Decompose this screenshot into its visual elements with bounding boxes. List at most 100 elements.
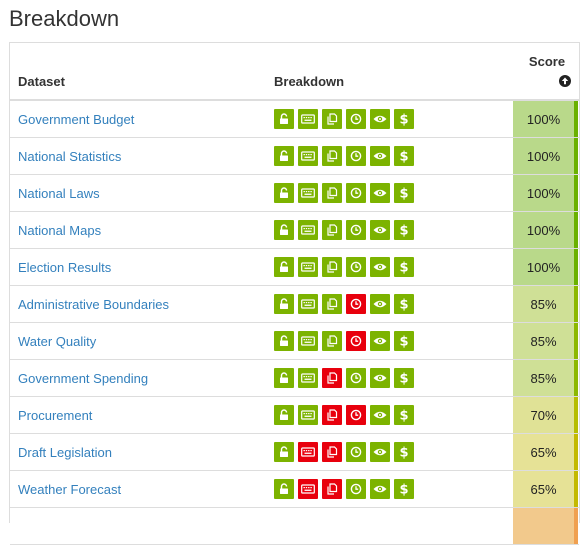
unlock-icon	[274, 294, 294, 314]
unlock-icon	[274, 257, 294, 277]
score-cell: 65%	[513, 471, 574, 507]
breakdown-icons: $	[274, 368, 414, 388]
copy-icon	[322, 479, 342, 499]
score-indicator-bar	[574, 471, 578, 507]
eye-icon	[370, 220, 390, 240]
score-cell: 100%	[513, 249, 574, 285]
dataset-link[interactable]: Weather Forecast	[18, 482, 121, 497]
keyboard-icon	[298, 368, 318, 388]
score-cell: 65%	[513, 434, 574, 470]
breakdown-icons: $	[274, 294, 414, 314]
eye-icon	[370, 479, 390, 499]
unlock-icon	[274, 220, 294, 240]
dollar-icon: $	[394, 257, 414, 277]
dataset-link[interactable]: Government Budget	[18, 112, 134, 127]
score-cell: 100%	[513, 212, 574, 248]
svg-text:$: $	[399, 409, 408, 423]
copy-icon	[322, 109, 342, 129]
score-cell	[513, 508, 574, 544]
keyboard-icon	[298, 257, 318, 277]
breakdown-icons: $	[274, 442, 414, 462]
dataset-link[interactable]: Draft Legislation	[18, 445, 112, 460]
clock-icon	[346, 257, 366, 277]
eye-icon	[370, 257, 390, 277]
dataset-link[interactable]: Water Quality	[18, 334, 96, 349]
score-indicator-bar	[574, 138, 578, 174]
copy-icon	[322, 368, 342, 388]
breakdown-icons: $	[274, 331, 414, 351]
svg-text:$: $	[399, 298, 408, 312]
table-row: Administrative Boundaries $85%	[10, 286, 579, 323]
copy-icon	[322, 294, 342, 314]
breakdown-icons: $	[274, 257, 414, 277]
score-cell: 85%	[513, 286, 574, 322]
copy-icon	[322, 331, 342, 351]
score-cell: 100%	[513, 175, 574, 211]
copy-icon	[322, 146, 342, 166]
dollar-icon: $	[394, 109, 414, 129]
keyboard-icon	[298, 109, 318, 129]
unlock-icon	[274, 368, 294, 388]
table-row: Election Results $100%	[10, 249, 579, 286]
eye-icon	[370, 146, 390, 166]
keyboard-icon	[298, 331, 318, 351]
dataset-link[interactable]: National Statistics	[18, 149, 121, 164]
copy-icon	[322, 442, 342, 462]
keyboard-icon	[298, 479, 318, 499]
copy-icon	[322, 183, 342, 203]
table-row: Government Budget $100%	[10, 101, 579, 138]
eye-icon	[370, 405, 390, 425]
table-row: Draft Legislation $65%	[10, 434, 579, 471]
dollar-icon: $	[394, 294, 414, 314]
dataset-link[interactable]: Procurement	[18, 408, 92, 423]
breakdown-icons: $	[274, 220, 414, 240]
svg-text:$: $	[399, 224, 408, 238]
dollar-icon: $	[394, 442, 414, 462]
clock-icon	[346, 220, 366, 240]
dollar-icon: $	[394, 220, 414, 240]
breakdown-icons: $	[274, 109, 414, 129]
clock-icon	[346, 442, 366, 462]
dataset-link[interactable]: Government Spending	[18, 371, 148, 386]
eye-icon	[370, 109, 390, 129]
clock-icon	[346, 183, 366, 203]
dataset-link[interactable]: National Laws	[18, 186, 100, 201]
dollar-icon: $	[394, 479, 414, 499]
unlock-icon	[274, 331, 294, 351]
dataset-link[interactable]: National Maps	[18, 223, 101, 238]
score-indicator-bar	[574, 323, 578, 359]
unlock-icon	[274, 479, 294, 499]
score-indicator-bar	[574, 175, 578, 211]
sort-ascending-icon[interactable]	[559, 75, 571, 87]
keyboard-icon	[298, 146, 318, 166]
score-column-header[interactable]: Score	[515, 54, 579, 69]
breakdown-icons: $	[274, 405, 414, 425]
eye-icon	[370, 294, 390, 314]
copy-icon	[322, 220, 342, 240]
table-body: Government Budget $100% National Statistic…	[10, 101, 579, 545]
keyboard-icon	[298, 405, 318, 425]
table-row: Water Quality $85%	[10, 323, 579, 360]
eye-icon	[370, 331, 390, 351]
dollar-icon: $	[394, 368, 414, 388]
clock-icon	[346, 109, 366, 129]
eye-icon	[370, 183, 390, 203]
clock-icon	[346, 331, 366, 351]
eye-icon	[370, 442, 390, 462]
eye-icon	[370, 368, 390, 388]
breakdown-icons: $	[274, 146, 414, 166]
clock-icon	[346, 405, 366, 425]
dataset-link[interactable]: Election Results	[18, 260, 111, 275]
dollar-icon: $	[394, 405, 414, 425]
clock-icon	[346, 146, 366, 166]
svg-text:$: $	[399, 261, 408, 275]
keyboard-icon	[298, 442, 318, 462]
clock-icon	[346, 294, 366, 314]
unlock-icon	[274, 109, 294, 129]
keyboard-icon	[298, 183, 318, 203]
breakdown-icons: $	[274, 479, 414, 499]
keyboard-icon	[298, 294, 318, 314]
breakdown-column-header: Breakdown	[274, 74, 345, 89]
table-header: Dataset Breakdown Score	[10, 43, 579, 101]
dataset-link[interactable]: Administrative Boundaries	[18, 297, 169, 312]
